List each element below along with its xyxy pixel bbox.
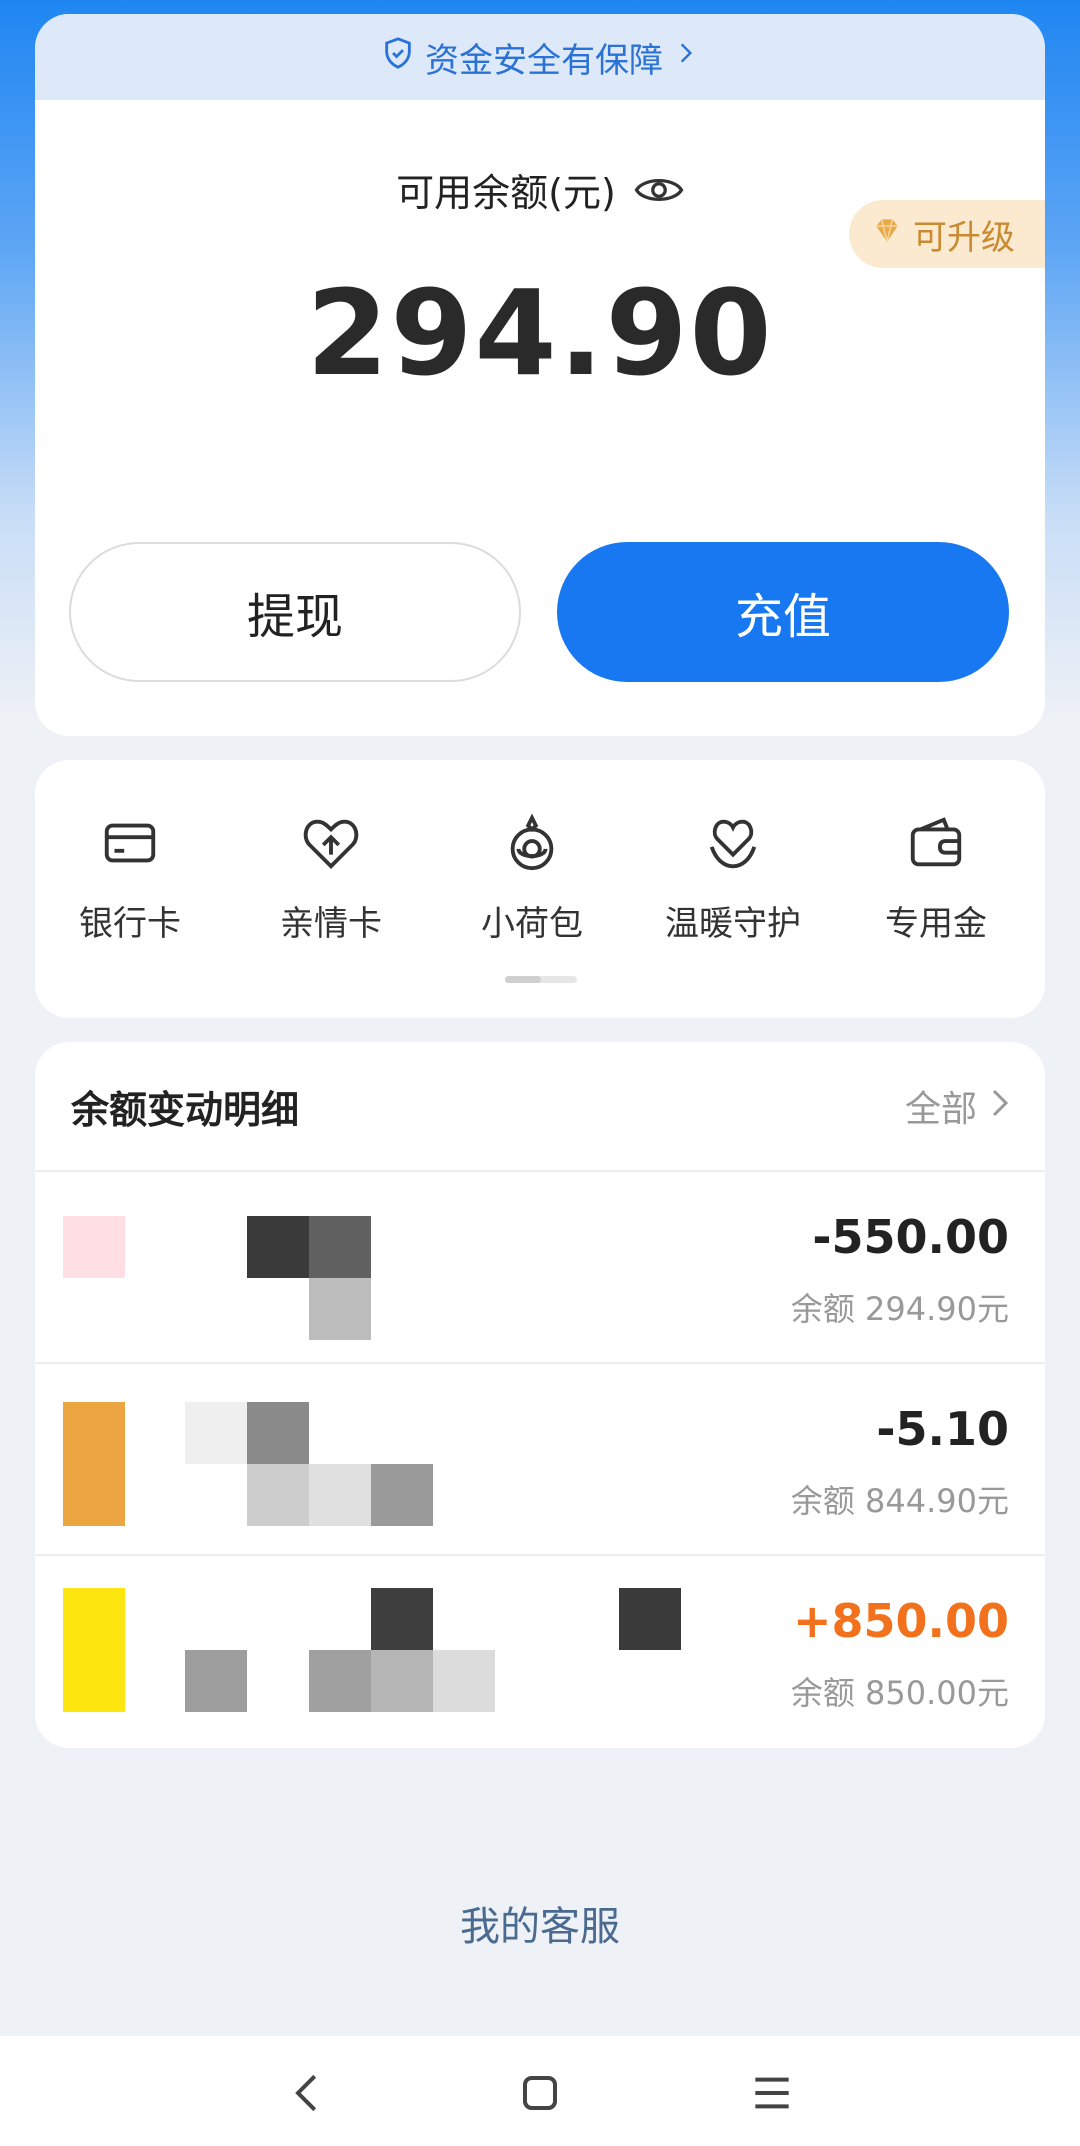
- transactions-title: 余额变动明细: [71, 1087, 300, 1132]
- transaction-row[interactable]: -550.00 余额 294.90元: [35, 1172, 1045, 1364]
- transaction-amount: +850.00: [792, 1594, 1009, 1648]
- redacted-block: [247, 1216, 309, 1278]
- shortcut-label: 银行卡: [79, 904, 181, 944]
- transaction-row[interactable]: +850.00 余额 850.00元: [35, 1556, 1045, 1748]
- redacted-block: [185, 1650, 247, 1712]
- shortcut-warm-guard[interactable]: 温暖守护: [643, 812, 823, 945]
- redacted-block: [247, 1402, 309, 1464]
- view-all-label: 全部: [904, 1089, 977, 1130]
- transaction-amount: -5.10: [876, 1402, 1009, 1456]
- merchant-avatar: [63, 1588, 125, 1712]
- recharge-button[interactable]: 充值: [557, 542, 1009, 682]
- transaction-balance: 余额 844.90元: [790, 1482, 1009, 1520]
- transaction-amount: -550.00: [812, 1210, 1009, 1264]
- upgrade-badge[interactable]: 可升级: [849, 200, 1045, 268]
- shortcut-label: 温暖守护: [665, 904, 801, 944]
- shortcut-label: 亲情卡: [280, 904, 382, 944]
- bank-card-icon: [45, 812, 215, 874]
- home-icon: [510, 2068, 570, 2118]
- transaction-balance: 余额 850.00元: [790, 1674, 1009, 1712]
- redacted-block: [371, 1588, 433, 1650]
- customer-service-link[interactable]: 我的客服: [0, 1894, 1080, 1952]
- shortcut-scroll-indicator: [505, 976, 577, 983]
- shortcut-family-card[interactable]: 亲情卡: [246, 812, 416, 945]
- safety-banner-text: 资金安全有保障: [425, 40, 663, 81]
- merchant-avatar: [63, 1402, 125, 1526]
- menu-button[interactable]: [742, 2068, 802, 2118]
- system-nav-bar: [0, 2036, 1080, 2146]
- redacted-block: [309, 1216, 371, 1278]
- balance-card: 资金安全有保障 可用余额(元) 可升级 294.90 提现 充值: [35, 14, 1045, 736]
- balance-label: 可用余额(元): [396, 171, 616, 215]
- shortcut-bank-card[interactable]: 银行卡: [45, 812, 215, 945]
- transaction-balance: 余额 294.90元: [790, 1290, 1009, 1328]
- shield-icon: [381, 36, 415, 79]
- family-card-icon: [246, 812, 416, 874]
- redacted-block: [247, 1464, 309, 1526]
- chevron-right-icon: [991, 1086, 1009, 1127]
- eye-icon[interactable]: [634, 173, 684, 207]
- transactions-header: 余额变动明细 全部: [35, 1042, 1045, 1172]
- upgrade-badge-label: 可升级: [913, 217, 1015, 258]
- shortcut-label: 专用金: [885, 904, 987, 944]
- redacted-block: [619, 1588, 681, 1650]
- transactions-card: 余额变动明细 全部 -550.00 余额 294.90元 -5.10 余额 84…: [35, 1042, 1045, 1748]
- diamond-icon: [871, 214, 903, 255]
- redacted-block: [309, 1278, 371, 1340]
- redacted-block: [433, 1650, 495, 1712]
- redacted-block: [309, 1464, 371, 1526]
- menu-icon: [742, 2068, 802, 2118]
- back-icon: [278, 2068, 338, 2118]
- shortcut-label: 小荷包: [481, 904, 583, 944]
- merchant-avatar: [63, 1216, 125, 1278]
- shortcut-dedicated-fund[interactable]: 专用金: [851, 812, 1021, 945]
- shortcut-card: 银行卡 亲情卡 小荷包 温暖守护 专用金: [35, 760, 1045, 1018]
- redacted-block: [185, 1402, 247, 1464]
- redacted-block: [371, 1464, 433, 1526]
- wallet-icon: [851, 812, 1021, 874]
- balance-amount: 294.90: [306, 264, 774, 402]
- warm-guard-icon: [643, 812, 823, 874]
- back-button[interactable]: [278, 2068, 338, 2118]
- home-button[interactable]: [510, 2068, 570, 2118]
- scroll-indicator-thumb: [505, 976, 541, 983]
- transaction-row[interactable]: -5.10 余额 844.90元: [35, 1364, 1045, 1556]
- small-purse-icon: [447, 812, 617, 874]
- withdraw-button[interactable]: 提现: [69, 542, 521, 682]
- redacted-block: [309, 1650, 371, 1712]
- chevron-right-icon: [673, 37, 699, 77]
- view-all-link[interactable]: 全部: [905, 1080, 1009, 1132]
- safety-banner[interactable]: 资金安全有保障: [35, 14, 1045, 100]
- redacted-block: [371, 1650, 433, 1712]
- shortcut-small-purse[interactable]: 小荷包: [447, 812, 617, 945]
